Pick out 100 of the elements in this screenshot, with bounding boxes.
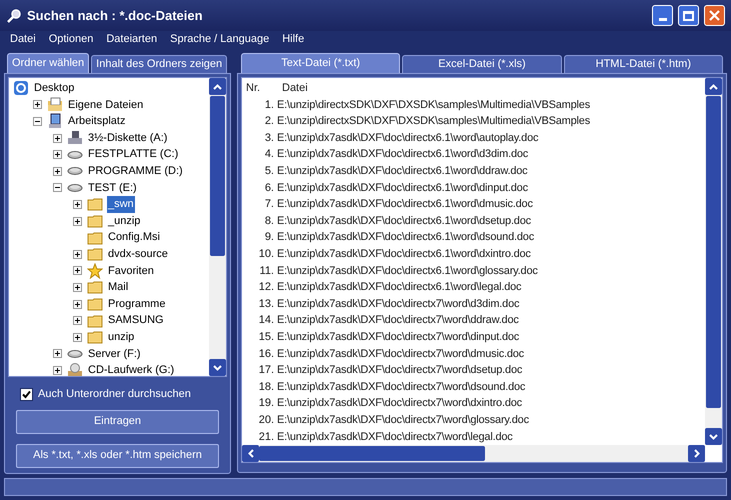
close-icon — [709, 10, 720, 21]
folder-icon — [87, 230, 103, 246]
vertical-scrollbar[interactable] — [209, 78, 226, 376]
close-button[interactable] — [704, 5, 725, 26]
row-number: 14. — [258, 313, 275, 328]
scroll-thumb[interactable] — [210, 96, 225, 256]
chevron-down-icon — [213, 364, 222, 370]
menu-item[interactable]: Dateiarten — [106, 31, 158, 48]
file-path: E:\unzip\dx7asdk\DXF\doc\directx6.1\word\dsound.doc — [277, 230, 534, 246]
tree-item[interactable]: Arbeitsplatz — [67, 113, 126, 130]
plus-icon — [55, 351, 60, 356]
tree-item[interactable]: Favoriten — [107, 262, 155, 280]
row-number: 13. — [258, 296, 275, 312]
expand-toggle[interactable] — [73, 316, 82, 326]
file-path: E:\unzip\dx7asdk\DXF\doc\directx7\word\dmusic.doc — [277, 346, 524, 362]
menu-item[interactable]: Optionen — [48, 31, 94, 48]
folder-icon — [87, 246, 103, 262]
file-path: E:\unzip\dx7asdk\DXF\doc\directx6.1\word\dinput.doc — [277, 180, 528, 196]
tree-item[interactable]: 3½-Diskette (A:) — [87, 130, 168, 146]
subfolders-checkbox[interactable] — [20, 388, 33, 401]
menu-item[interactable]: Sprache / Language — [170, 31, 270, 48]
expand-toggle[interactable] — [73, 332, 82, 342]
file-path: E:\unzip\dx7asdk\DXF\doc\directx6.1\word\dsetup.doc — [277, 214, 531, 229]
scroll-down-button[interactable] — [705, 428, 722, 446]
row-number: 4. — [264, 147, 275, 162]
tree-item[interactable]: Server (F:) — [87, 346, 142, 362]
tree-item[interactable]: _unzip — [107, 212, 142, 230]
folder-icon — [87, 329, 103, 346]
file-path: E:\unzip\dx7asdk\DXF\doc\directx7\word\d3dim.doc — [277, 296, 520, 312]
menu-item[interactable]: Datei — [10, 31, 36, 48]
tree-item[interactable]: Mail — [107, 279, 130, 296]
expand-toggle[interactable] — [73, 266, 82, 276]
plus-icon — [75, 318, 80, 324]
row-number: 21. — [258, 430, 275, 445]
expand-toggle[interactable] — [53, 150, 62, 160]
tree-item[interactable]: Programme — [107, 296, 166, 312]
tree-item[interactable]: TEST (E:) — [87, 180, 138, 196]
expand-toggle[interactable] — [73, 300, 82, 309]
magnifier-icon — [6, 8, 22, 24]
expand-toggle[interactable] — [73, 216, 82, 226]
file-path: E:\unzip\dx7asdk\DXF\doc\directx7\word\legal.doc — [277, 430, 513, 445]
scroll-up-button[interactable] — [209, 78, 226, 95]
tree-item[interactable]: unzip — [107, 328, 136, 346]
tree-item[interactable]: Desktop — [33, 80, 76, 97]
folder-tree[interactable]: Desktop Eigene Dateien Arbeitsplatz 3½-Diskette (A:) FESTPLATTE (C:) PROGRAMME (D:) TEST (E:) _swn _unzip Config.Msi dvdx-source Favoriten Mail Programme SAMSUNG unzip Server (F:) CD-Laufwerk (G:) — [8, 77, 227, 377]
scroll-right-button[interactable] — [688, 445, 705, 462]
action-button[interactable]: Eintragen — [16, 410, 219, 434]
tab[interactable]: Text-Datei (*.txt) — [241, 53, 400, 73]
tree-item[interactable]: Config.Msi — [107, 229, 161, 246]
tree-item[interactable]: CD-Laufwerk (G:) — [87, 362, 176, 376]
chevron-down-icon — [709, 434, 718, 440]
scroll-down-button[interactable] — [209, 359, 226, 376]
vertical-scrollbar[interactable] — [705, 78, 722, 446]
maximize-button[interactable] — [678, 5, 699, 26]
folder-icon — [87, 312, 103, 329]
action-button[interactable]: Als *.txt, *.xls oder *.htm speichern — [16, 444, 219, 468]
scroll-up-button[interactable] — [705, 78, 722, 95]
tree-item[interactable]: PROGRAMME (D:) — [87, 163, 184, 180]
row-number: 15. — [258, 330, 275, 345]
tab[interactable]: HTML-Datei (*.htm) — [564, 55, 723, 73]
row-number: 10. — [258, 246, 275, 262]
row-number: 12. — [258, 280, 275, 296]
tab[interactable]: Excel-Datei (*.xls) — [402, 55, 562, 73]
tree-item[interactable]: Eigene Dateien — [67, 96, 144, 114]
horizontal-scrollbar[interactable] — [242, 445, 705, 462]
file-path: E:\unzip\dx7asdk\DXF\doc\directx6.1\word\d3dim.doc — [277, 147, 528, 162]
expand-toggle[interactable] — [73, 250, 82, 259]
scroll-thumb[interactable] — [706, 96, 721, 408]
expand-toggle[interactable] — [53, 349, 62, 358]
folder-icon — [87, 279, 103, 296]
expand-toggle[interactable] — [53, 166, 62, 176]
tree-item[interactable]: _swn — [107, 196, 135, 213]
tree-item[interactable]: dvdx-source — [107, 246, 169, 262]
expand-toggle[interactable] — [73, 282, 82, 292]
scroll-thumb[interactable] — [259, 446, 485, 462]
minimize-button[interactable] — [652, 5, 673, 26]
expand-toggle[interactable] — [53, 134, 62, 143]
menu-item[interactable]: Hilfe — [282, 31, 304, 48]
tree-item[interactable]: SAMSUNG — [107, 312, 165, 329]
plus-icon — [35, 102, 40, 108]
row-number: 8. — [264, 214, 275, 229]
row-number: 18. — [258, 380, 275, 395]
tab[interactable]: Ordner wählen — [7, 53, 90, 73]
plus-icon — [55, 136, 60, 141]
tree-item[interactable]: FESTPLATTE (C:) — [87, 146, 180, 163]
scroll-left-button[interactable] — [242, 445, 259, 462]
folder-documents-icon — [47, 96, 63, 113]
expand-toggle[interactable] — [73, 200, 82, 209]
column-header: Datei — [282, 81, 308, 96]
plus-icon — [75, 252, 80, 257]
collapse-toggle[interactable] — [33, 116, 42, 126]
folder-icon — [87, 196, 103, 212]
row-number: 1. — [264, 98, 275, 113]
plus-icon — [75, 302, 80, 307]
expand-toggle[interactable] — [53, 366, 62, 375]
collapse-toggle[interactable] — [53, 183, 62, 192]
row-number: 3. — [264, 130, 275, 146]
file-path: E:\unzip\dx7asdk\DXF\doc\directx7\word\dsound.doc — [277, 380, 526, 395]
expand-toggle[interactable] — [33, 100, 42, 110]
tab[interactable]: Inhalt des Ordners zeigen — [91, 55, 228, 73]
